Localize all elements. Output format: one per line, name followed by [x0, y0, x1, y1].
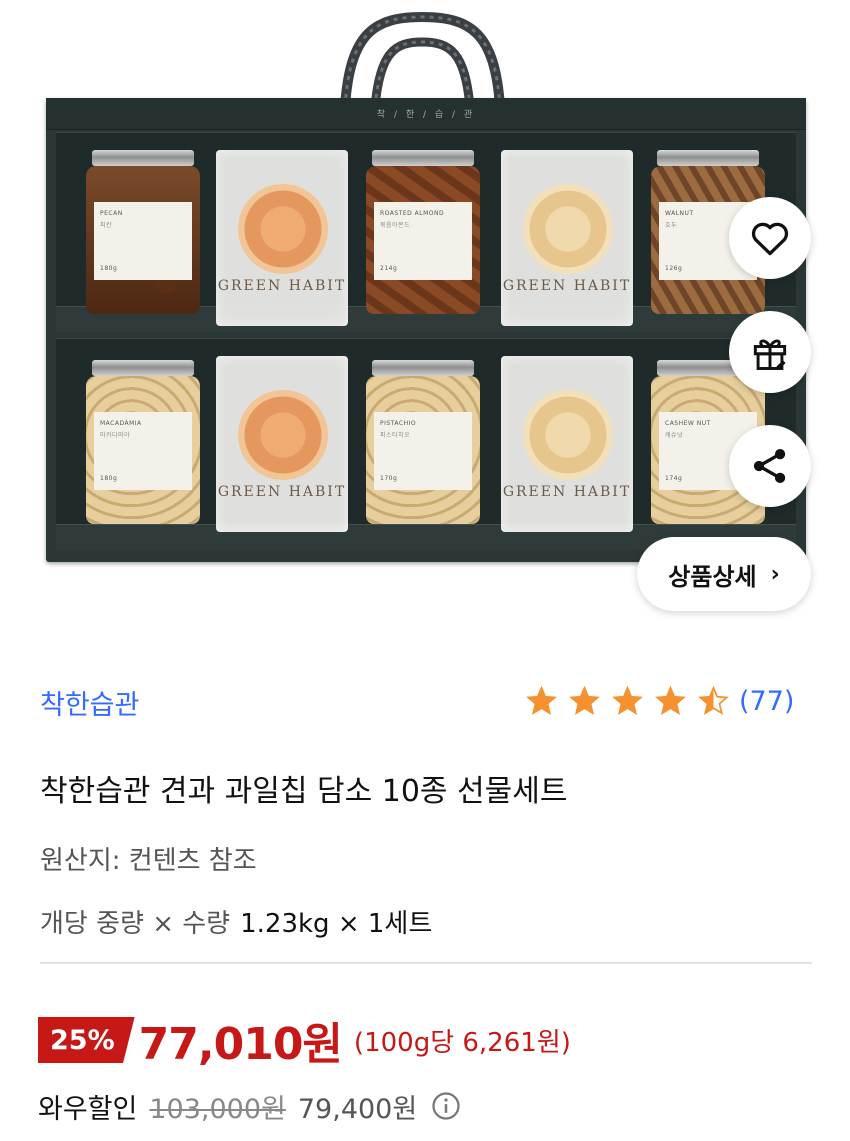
weight-value: 1.23kg × 1세트 [240, 909, 433, 939]
discount-badge: 25% [38, 1017, 135, 1063]
wow-discount-row: 와우할인 103,000원 79,400원 [38, 1085, 461, 1127]
star-icon [655, 686, 686, 715]
price-row: 25% 77,010원 (100g당 6,261원) [38, 1010, 571, 1070]
star-icon [569, 686, 600, 715]
weight-info: 개당 중량 × 수량 1.23kg × 1세트 [40, 903, 432, 940]
box-brand-mark: 착 / 한 / 습 / 관 [376, 110, 476, 120]
fruit-chip-bag: GREEN HABIT [501, 356, 633, 532]
heart-icon [751, 222, 789, 256]
box-lid: 착 / 한 / 습 / 관 [46, 98, 806, 130]
brand-link[interactable]: 착한습관 [40, 683, 139, 722]
fruit-chip-bag: GREEN HABIT [501, 150, 633, 326]
unit-price: (100g당 6,261원) [353, 1027, 571, 1058]
wow-price: 79,400원 [297, 1093, 418, 1125]
share-icon [753, 448, 786, 484]
weight-label: 개당 중량 × 수량 [40, 909, 231, 939]
star-icon [526, 686, 557, 715]
nut-jar: PECAN 피칸 180g [86, 150, 200, 314]
nut-jar: ROASTED ALMOND 볶음아몬드 214g [366, 150, 480, 314]
sale-price: 77,010원 [138, 1019, 343, 1070]
gift-icon [753, 339, 787, 370]
nut-jar: PISTACHIO 피스타치오 170g [366, 360, 480, 524]
rating[interactable]: (77) [526, 683, 794, 719]
nut-jar: MACADAMIA 마카다미아 180g [86, 360, 200, 524]
product-detail-label: 상품상세 [668, 562, 757, 591]
divider [40, 962, 812, 964]
share-button[interactable] [729, 425, 811, 507]
info-icon[interactable] [431, 1091, 461, 1121]
product-title: 착한습관 견과 과일칩 담소 10종 선물세트 [40, 774, 568, 809]
rating-stars [526, 686, 739, 716]
chevron-right-icon: › [770, 561, 780, 587]
gift-button[interactable] [729, 311, 811, 393]
gift-box-handle [340, 12, 505, 108]
rating-count: (77) [739, 685, 795, 717]
wishlist-button[interactable] [729, 197, 811, 279]
product-detail-button[interactable]: 상품상세 › [637, 537, 811, 611]
fruit-chip-bag: GREEN HABIT [216, 356, 348, 532]
origin-info: 원산지: 컨텐츠 참조 [40, 846, 257, 876]
star-icon [698, 686, 729, 715]
gift-box: 착 / 한 / 습 / 관 PECAN 피칸 180g GREEN HABIT ROAS… [46, 98, 806, 562]
original-price: 103,000원 [149, 1093, 286, 1125]
star-icon [612, 686, 643, 715]
product-image[interactable]: 착 / 한 / 습 / 관 PECAN 피칸 180g GREEN HABIT ROAS… [0, 0, 850, 640]
fruit-chip-bag: GREEN HABIT [216, 150, 348, 326]
wow-label: 와우할인 [38, 1093, 138, 1125]
